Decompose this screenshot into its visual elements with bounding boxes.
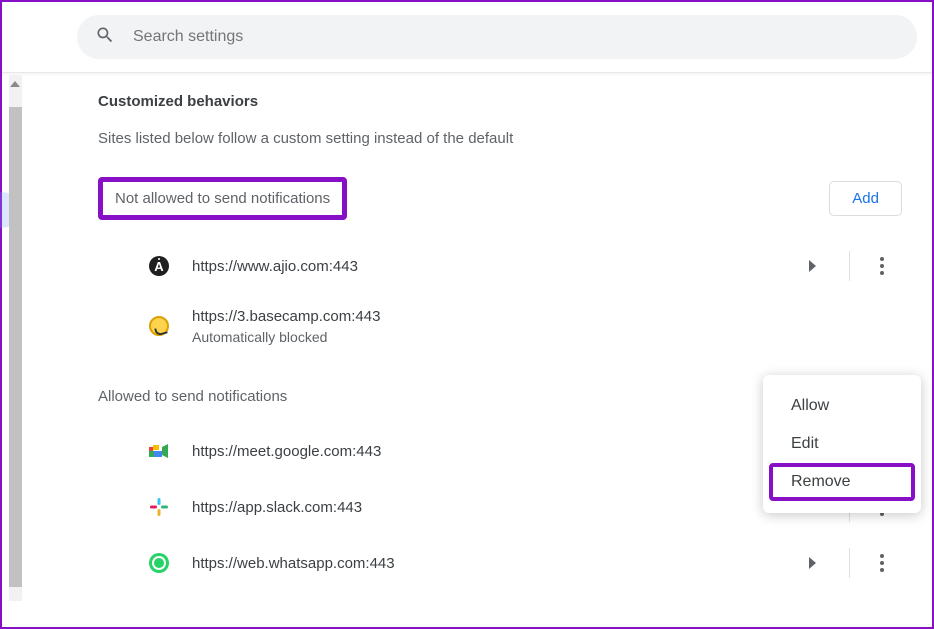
add-blocked-site-button[interactable]: Add <box>829 181 902 216</box>
site-text: https://web.whatsapp.com:443 <box>192 555 787 572</box>
chevron-right-icon <box>809 557 816 569</box>
site-favicon-meet-icon <box>148 440 170 462</box>
site-favicon-whatsapp-icon <box>148 552 170 574</box>
section-title: Customized behaviors <box>98 93 902 110</box>
site-text: https://3.basecamp.com:443 Automatically… <box>192 308 787 345</box>
site-more-actions-button[interactable] <box>862 257 902 275</box>
site-text: https://app.slack.com:443 <box>192 499 787 516</box>
scrollbar-thumb[interactable] <box>9 107 22 587</box>
site-url: https://meet.google.com:443 <box>192 443 787 460</box>
more-vert-icon <box>880 554 884 572</box>
menu-item-allow[interactable]: Allow <box>763 387 921 425</box>
menu-item-edit[interactable]: Edit <box>763 425 921 463</box>
search-icon <box>95 25 115 50</box>
site-row[interactable]: https://web.whatsapp.com:443 <box>98 535 902 591</box>
section-subtitle: Sites listed below follow a custom setti… <box>98 130 902 147</box>
separator <box>849 548 850 578</box>
separator <box>849 251 850 281</box>
scrollbar-track[interactable] <box>9 75 22 601</box>
site-favicon-slack-icon <box>148 496 170 518</box>
site-text: https://www.ajio.com:443 <box>192 258 787 275</box>
settings-content: Customized behaviors Sites listed below … <box>28 73 932 629</box>
site-url: https://www.ajio.com:443 <box>192 258 787 275</box>
site-favicon-basecamp-icon <box>148 315 170 337</box>
search-container[interactable] <box>77 15 917 59</box>
scroll-up-arrow-icon[interactable] <box>10 81 20 87</box>
site-url: https://3.basecamp.com:443 <box>192 308 787 325</box>
site-more-actions-button[interactable] <box>862 554 902 572</box>
site-note: Automatically blocked <box>192 329 787 345</box>
menu-item-remove[interactable]: Remove <box>769 463 915 501</box>
site-favicon-ajio-icon: A <box>148 255 170 277</box>
row-actions <box>787 535 902 591</box>
blocked-group-header: Not allowed to send notifications Add <box>98 177 902 220</box>
site-actions-menu: Allow Edit Remove <box>763 375 921 513</box>
blocked-group-label: Not allowed to send notifications <box>98 177 347 220</box>
site-details-arrow[interactable] <box>787 260 837 272</box>
chevron-right-icon <box>809 260 816 272</box>
row-actions <box>787 238 902 294</box>
site-row[interactable]: A https://www.ajio.com:443 <box>98 238 902 294</box>
scrollbar-gutter <box>2 73 28 629</box>
site-details-arrow[interactable] <box>787 557 837 569</box>
more-vert-icon <box>880 257 884 275</box>
top-bar <box>2 2 932 73</box>
site-url: https://app.slack.com:443 <box>192 499 787 516</box>
search-input[interactable] <box>133 28 899 46</box>
site-text: https://meet.google.com:443 <box>192 443 787 460</box>
site-row[interactable]: https://3.basecamp.com:443 Automatically… <box>98 294 902 358</box>
site-url: https://web.whatsapp.com:443 <box>192 555 787 572</box>
page-body: Customized behaviors Sites listed below … <box>2 73 932 629</box>
